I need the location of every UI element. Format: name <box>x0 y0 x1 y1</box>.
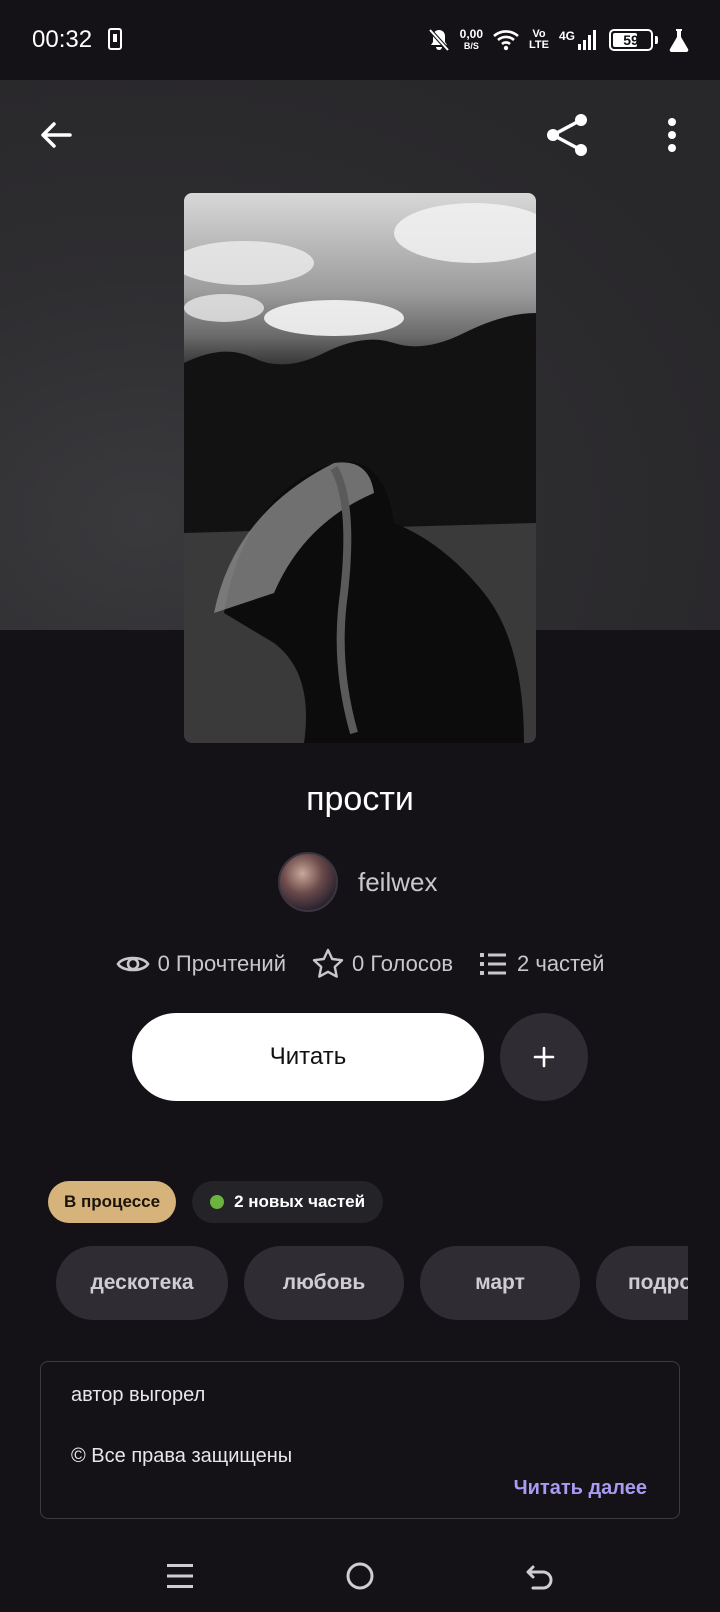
net-speed: 0,00 B/S <box>460 28 483 52</box>
battery-level: 59 <box>623 32 639 48</box>
system-back-button[interactable] <box>512 1548 568 1604</box>
new-parts-label: 2 новых частей <box>234 1192 366 1211</box>
votes-count: 0 Голосов <box>351 951 454 976</box>
net-speed-value: 0,00 <box>459 27 484 41</box>
status-badges: В процессе 2 новых частей <box>48 1181 384 1223</box>
tag-chip[interactable]: март <box>420 1246 580 1320</box>
network-type: 4G <box>558 29 575 43</box>
tag-chip[interactable]: любовь <box>244 1246 404 1320</box>
status-badge: В процессе <box>48 1181 177 1223</box>
parts-count: 2 частей <box>517 951 605 976</box>
new-indicator-dot <box>210 1195 225 1209</box>
read-button[interactable]: Читать <box>132 1013 484 1101</box>
home-circle-icon <box>346 1562 374 1590</box>
author-avatar[interactable] <box>278 852 338 912</box>
new-parts-badge: 2 новых частей <box>192 1181 384 1223</box>
top-app-bar <box>0 95 720 175</box>
share-button[interactable] <box>540 107 596 163</box>
reads-count: 0 Прочтений <box>157 951 286 976</box>
author-name[interactable]: feilwex <box>358 867 437 898</box>
battery-tip <box>655 36 658 44</box>
parts-stat: 2 частей <box>479 948 604 980</box>
bell-muted-icon <box>428 28 450 52</box>
more-vertical-icon <box>668 118 676 152</box>
story-stats: 0 Прочтений 0 Голосов 2 частей <box>0 948 720 980</box>
battery-indicator: 59 <box>609 29 653 51</box>
home-button[interactable] <box>332 1548 388 1604</box>
volte-bottom: LTE <box>529 39 549 51</box>
list-icon <box>480 953 507 975</box>
status-icons: 0,00 B/S Vo LTE 4G 59 <box>428 22 690 58</box>
copyright-line: © Все права защищены <box>71 1445 293 1467</box>
net-speed-unit: B/S <box>463 41 479 51</box>
add-to-library-button[interactable] <box>500 1013 588 1101</box>
volte-indicator: Vo LTE <box>529 29 549 51</box>
read-more-link[interactable]: Читать далее <box>514 1477 647 1500</box>
cover-artwork <box>184 203 536 743</box>
back-button[interactable] <box>28 107 84 163</box>
system-nav-bar <box>0 1540 720 1612</box>
tags-list: дескотека любовь март подро <box>56 1246 688 1320</box>
plus-icon <box>533 1046 555 1068</box>
eye-icon <box>116 956 150 972</box>
tags-scroller[interactable]: дескотека любовь март подро <box>56 1246 688 1322</box>
signal-icon <box>578 30 596 50</box>
star-icon <box>312 948 344 978</box>
status-bar: 00:32 0,00 B/S Vo LTE 4G 59 <box>0 0 720 80</box>
status-time: 00:32 <box>32 26 93 53</box>
votes-stat: 0 Голосов <box>312 948 453 980</box>
signal: 4G <box>559 29 599 51</box>
flask-icon <box>669 29 689 52</box>
author-link[interactable]: feilwex <box>278 852 437 912</box>
phone-icon <box>108 28 122 50</box>
reads-stat: 0 Прочтений <box>116 948 286 980</box>
arrow-left-icon <box>41 122 72 148</box>
tag-chip[interactable]: дескотека <box>56 1246 228 1320</box>
story-title: прости <box>306 780 414 818</box>
return-icon <box>526 1565 553 1590</box>
story-description: автор выгорел © Все права защищены Читат… <box>40 1361 680 1519</box>
tag-chip[interactable]: подро <box>596 1246 688 1320</box>
wifi-icon <box>493 30 519 51</box>
description-line: автор выгорел <box>71 1384 206 1406</box>
share-icon <box>547 114 587 156</box>
recents-button[interactable] <box>152 1548 208 1604</box>
more-options-button[interactable] <box>644 107 700 163</box>
menu-icon <box>167 1564 193 1588</box>
story-cover-image[interactable] <box>184 193 536 743</box>
